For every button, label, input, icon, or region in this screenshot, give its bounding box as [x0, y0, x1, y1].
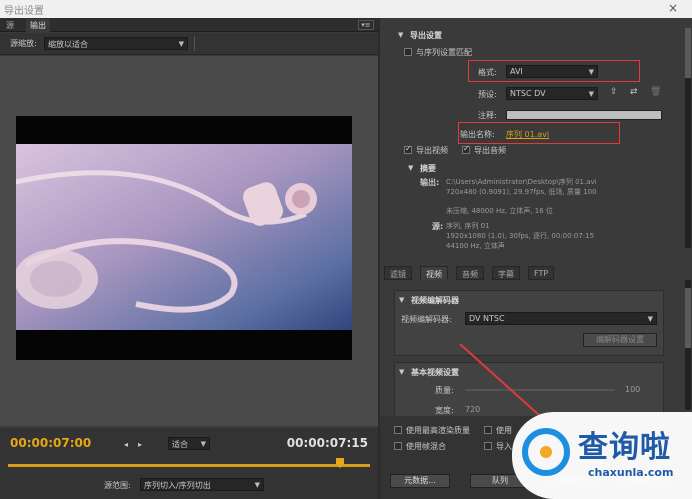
- source-scale-row: 源缩放: 缩放以适合 ▼: [0, 33, 378, 55]
- quality-value[interactable]: 100: [625, 385, 640, 394]
- preset-value: NTSC DV: [510, 89, 546, 98]
- video-preview: [0, 56, 378, 426]
- top-scroll-thumb[interactable]: [685, 28, 691, 78]
- timeline-bar: 00:00:07:00 ◂ ▸ 适合 ▼ 00:00:07:15 源范围: 序列…: [0, 428, 378, 499]
- use-preview-checkbox[interactable]: [484, 426, 492, 434]
- format-label: 格式:: [478, 68, 497, 77]
- export-audio-checkbox[interactable]: [462, 144, 470, 154]
- max-render-label: 使用最高渲染质量: [406, 426, 470, 435]
- summary-source-key: 源:: [432, 222, 444, 231]
- mark-out-icon[interactable]: ▸: [138, 440, 142, 449]
- format-dropdown[interactable]: AVI ▼: [506, 65, 598, 78]
- summary-title: 摘要: [420, 164, 436, 173]
- lower-scroll-thumb[interactable]: [685, 288, 691, 348]
- fit-dropdown[interactable]: 适合 ▼: [168, 437, 210, 450]
- settings-tabs: 滤镜 视频 音频 字幕 FTP: [384, 266, 684, 280]
- summary-output-line1: C:\Users\Administrator\Desktop\序列 01.avi: [446, 178, 597, 186]
- comment-input[interactable]: [506, 110, 662, 120]
- comment-label: 注释:: [478, 111, 497, 120]
- chevron-down-icon: ▼: [254, 481, 260, 489]
- video-frame-image: [16, 144, 352, 330]
- video-codec-title: 视频编解码器: [411, 296, 459, 305]
- video-codec-dropdown[interactable]: DV NTSC ▼: [465, 312, 657, 325]
- collapse-triangle-icon[interactable]: ▼: [408, 164, 413, 172]
- video-canvas: [16, 116, 352, 360]
- collapse-triangle-icon[interactable]: ▼: [399, 368, 404, 376]
- preset-label: 预设:: [478, 90, 497, 99]
- title-bar: 导出设置 ×: [0, 0, 692, 18]
- tab-captions[interactable]: 字幕: [492, 266, 520, 280]
- match-sequence-label: 与序列设置匹配: [416, 48, 472, 57]
- current-timecode[interactable]: 00:00:07:00: [10, 436, 91, 450]
- preset-dropdown[interactable]: NTSC DV ▼: [506, 87, 598, 100]
- export-video-label: 导出视频: [416, 146, 448, 155]
- panel-menu-icon[interactable]: ▾≡: [358, 20, 374, 30]
- save-preset-icon[interactable]: ⇪: [610, 87, 618, 97]
- metadata-button[interactable]: 元数据...: [390, 474, 450, 488]
- watermark-sub-text: chaxunla.com: [588, 466, 674, 479]
- video-codec-label: 视频编解码器:: [401, 315, 452, 324]
- tab-filters[interactable]: 滤镜: [384, 266, 412, 280]
- export-audio-label: 导出音频: [474, 146, 506, 155]
- summary-source-line3: 44100 Hz, 立体声: [446, 242, 505, 250]
- use-preview-label: 使用: [496, 426, 512, 435]
- tab-audio[interactable]: 音频: [456, 266, 484, 280]
- collapse-triangle-icon[interactable]: ▼: [398, 31, 403, 39]
- output-name-link[interactable]: 序列 01.avi: [506, 129, 549, 140]
- summary-output-line2: 720x480 (0.9091), 29.97fps, 低场, 质量 100: [446, 188, 597, 196]
- summary-source-line1: 序列, 序列 01: [446, 222, 490, 230]
- range-label: 源范围:: [104, 481, 131, 490]
- video-codec-value: DV NTSC: [469, 314, 505, 323]
- divider: [194, 36, 195, 51]
- collapse-triangle-icon[interactable]: ▼: [399, 296, 404, 304]
- import-label: 导入: [496, 442, 512, 451]
- tab-ftp[interactable]: FTP: [528, 266, 555, 280]
- codec-settings-button[interactable]: 编解码器设置: [583, 333, 657, 347]
- delete-preset-icon[interactable]: 🗑: [650, 87, 661, 97]
- tab-source[interactable]: 源: [2, 19, 18, 32]
- summary-output-line3: 未压缩, 48000 Hz, 立体声, 16 位: [446, 207, 553, 215]
- chevron-down-icon: ▼: [647, 315, 653, 323]
- range-dropdown[interactable]: 序列切入/序列切出 ▼: [140, 478, 264, 491]
- close-icon[interactable]: ×: [668, 1, 678, 15]
- frame-blend-checkbox[interactable]: [394, 442, 402, 450]
- watermark-main-text: 查询啦: [578, 430, 671, 465]
- source-scale-value: 缩放以适合: [48, 40, 88, 49]
- import-preset-icon[interactable]: ⇄: [630, 87, 638, 97]
- tab-video[interactable]: 视频: [420, 266, 448, 280]
- timeline-scrubber[interactable]: [8, 464, 370, 467]
- duration-timecode: 00:00:07:15: [286, 436, 368, 450]
- chevron-down-icon: ▼: [588, 90, 594, 98]
- source-scale-label: 源缩放:: [10, 39, 37, 48]
- frame-blend-label: 使用帧混合: [406, 442, 446, 451]
- mark-in-icon[interactable]: ◂: [124, 440, 128, 449]
- range-value: 序列切入/序列切出: [144, 481, 211, 490]
- export-video-checkbox[interactable]: [404, 144, 412, 154]
- match-sequence-checkbox[interactable]: [404, 48, 412, 56]
- preview-panel: 源 输出 ▾≡ 源缩放: 缩放以适合 ▼ 00:00:07:00 ◂ ▸ 适合 …: [0, 18, 378, 499]
- chevron-down-icon: ▼: [588, 68, 594, 76]
- window-title: 导出设置: [4, 6, 44, 17]
- output-name-label: 输出名称:: [460, 130, 495, 139]
- summary-source-line2: 1920x1080 (1.0), 30fps, 逐行, 00:00:07:15: [446, 232, 595, 240]
- earphone-picture: [16, 144, 352, 330]
- max-render-checkbox[interactable]: [394, 426, 402, 434]
- chevron-down-icon: ▼: [200, 440, 206, 448]
- summary-output-key: 输出:: [420, 178, 440, 187]
- export-settings-title: 导出设置: [410, 31, 442, 40]
- fit-value: 适合: [172, 440, 188, 449]
- magnifier-icon: [522, 428, 570, 476]
- tab-output[interactable]: 输出: [26, 19, 50, 32]
- watermark-logo: 查询啦 chaxunla.com: [512, 412, 692, 499]
- import-checkbox[interactable]: [484, 442, 492, 450]
- preview-tabbar: 源 输出 ▾≡: [0, 18, 378, 32]
- source-scale-dropdown[interactable]: 缩放以适合 ▼: [44, 37, 188, 50]
- format-value: AVI: [510, 67, 523, 76]
- chevron-down-icon: ▼: [178, 40, 184, 48]
